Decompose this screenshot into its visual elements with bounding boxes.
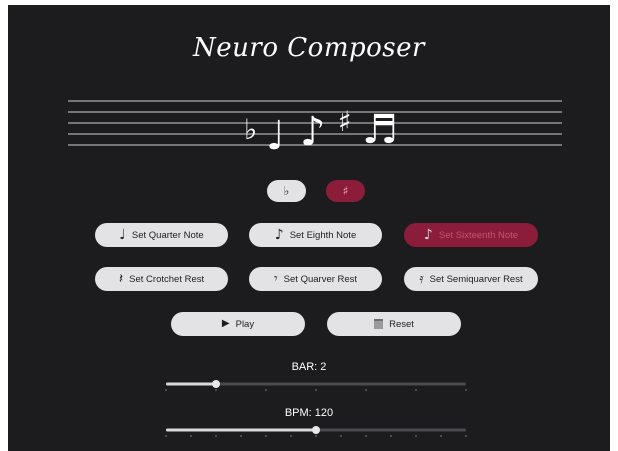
app-window: Neuro Composer ♭ ♩ ♪ ♯ ♬ ♭ ♯ ♩ Set Quart… — [8, 5, 610, 451]
crotchet-rest-icon: 𝄽 — [118, 271, 124, 287]
flat-icon: ♭ — [283, 184, 290, 198]
slider-fill — [166, 428, 316, 432]
reset-label: Reset — [389, 318, 414, 330]
play-label: Play — [235, 318, 255, 330]
sharp-accidental-mark: ♯ — [338, 105, 352, 138]
slider-thumb[interactable] — [212, 380, 220, 388]
sixteenth-note-mark: ♬ — [362, 107, 398, 153]
quaver-rest-icon: 𝄾 — [273, 271, 278, 287]
flat-toggle-button[interactable]: ♭ — [267, 180, 306, 202]
set-quarter-note-button[interactable]: ♩ Set Quarter Note — [95, 223, 228, 247]
set-eighth-note-button[interactable]: ♪ Set Eighth Note — [249, 223, 382, 247]
slider-fill — [166, 382, 216, 386]
set-crotchet-rest-label: Set Crotchet Rest — [129, 273, 205, 285]
set-semiquaver-rest-label: Set Semiquarver Rest — [429, 273, 523, 285]
music-staff: ♭ ♩ ♪ ♯ ♬ — [68, 100, 562, 155]
set-quarter-note-label: Set Quarter Note — [131, 229, 204, 241]
quarter-note-icon: ♩ — [119, 227, 126, 243]
set-quaver-rest-label: Set Quarver Rest — [283, 273, 358, 285]
set-quaver-rest-button[interactable]: 𝄾 Set Quarver Rest — [249, 267, 382, 291]
bar-slider[interactable] — [162, 377, 470, 393]
set-crotchet-rest-button[interactable]: 𝄽 Set Crotchet Rest — [95, 267, 228, 291]
play-button[interactable]: ▶ Play — [171, 312, 305, 336]
set-sixteenth-note-button[interactable]: ♪ Set Sixteenth Note — [404, 223, 538, 247]
sharp-toggle-button[interactable]: ♯ — [326, 180, 365, 202]
bpm-label: BPM: 120 — [284, 407, 334, 419]
bar-label: BAR: 2 — [291, 361, 327, 373]
sixteenth-note-icon: ♪ — [423, 227, 433, 243]
eighth-note-icon: ♪ — [274, 227, 284, 243]
quarter-note-mark: ♩ — [266, 113, 285, 155]
app-title: Neuro Composer — [193, 33, 425, 63]
set-sixteenth-note-label: Set Sixteenth Note — [438, 229, 519, 241]
semiquaver-rest-icon: 𝄿 — [419, 271, 424, 287]
slider-thumb[interactable] — [312, 426, 320, 434]
trash-icon — [374, 319, 384, 329]
eighth-note-mark: ♪ — [300, 109, 326, 155]
reset-button[interactable]: Reset — [327, 312, 461, 336]
bpm-slider[interactable] — [162, 423, 470, 439]
set-semiquaver-rest-button[interactable]: 𝄿 Set Semiquarver Rest — [404, 267, 538, 291]
set-eighth-note-label: Set Eighth Note — [289, 229, 357, 241]
play-icon: ▶ — [221, 318, 230, 329]
sharp-icon: ♯ — [342, 184, 349, 198]
flat-accidental-mark: ♭ — [244, 113, 257, 146]
